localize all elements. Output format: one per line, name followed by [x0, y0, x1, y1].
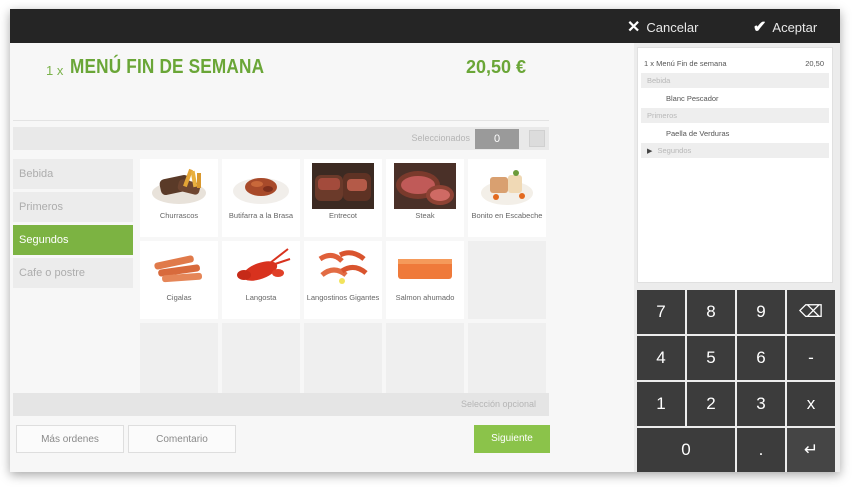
key-2[interactable]: 2	[687, 382, 735, 426]
summary-section-bebida[interactable]: Bebida	[641, 73, 829, 88]
key-7[interactable]: 7	[637, 290, 685, 334]
product-churrascos[interactable]: Churrascos	[140, 159, 218, 237]
cigalas-photo	[154, 255, 203, 283]
steak-photo	[394, 163, 456, 209]
selection-bar: Seleccionados 0	[13, 127, 549, 150]
summary-price: 20,50	[805, 59, 824, 68]
key-5[interactable]: 5	[687, 336, 735, 380]
selected-count: 0	[475, 129, 519, 149]
product-grid: Churrascos Butifarra a la Brasa Entrecot…	[140, 159, 546, 401]
empty-slot	[140, 323, 218, 401]
comment-button[interactable]: Comentario	[128, 425, 236, 453]
category-bebida[interactable]: Bebida	[13, 159, 133, 189]
empty-slot	[468, 323, 546, 401]
section-label: Bebida	[647, 76, 671, 85]
product-bonito[interactable]: Bonito en Escabeche	[468, 159, 546, 237]
salmon-photo	[398, 259, 452, 279]
key-6[interactable]: 6	[737, 336, 785, 380]
summary-section-segundos[interactable]: ▶ Segundos	[641, 143, 829, 158]
menu-quantity: 1 x	[46, 63, 64, 78]
key-8[interactable]: 8	[687, 290, 735, 334]
category-cafe-o-postre[interactable]: Cafe o postre	[13, 258, 133, 288]
product-salmon[interactable]: Salmon ahumado	[386, 241, 464, 319]
empty-slot	[304, 323, 382, 401]
key-0[interactable]: 0	[637, 428, 735, 472]
langostinos-photo	[318, 250, 368, 284]
key-x[interactable]: x	[787, 382, 835, 426]
summary-section-primeros[interactable]: Primeros	[641, 108, 829, 123]
product-entrecot[interactable]: Entrecot	[304, 159, 382, 237]
category-segundos[interactable]: Segundos	[13, 225, 133, 255]
product-label: Salmon ahumado	[395, 293, 455, 302]
app-window: ✕ Cancelar ✔ Aceptar 1 x MENÚ FIN DE SEM…	[10, 9, 840, 472]
selection-toggle[interactable]	[529, 130, 545, 147]
key-4[interactable]: 4	[637, 336, 685, 380]
cancel-label: Cancelar	[646, 19, 699, 35]
product-label: Cigalas	[166, 293, 192, 302]
product-label: Langostinos Gigantes	[306, 293, 380, 302]
summary-title-row[interactable]: 1 x Menú Fin de semana 20,50	[638, 56, 832, 70]
key-minus[interactable]: -	[787, 336, 835, 380]
divider	[13, 120, 549, 121]
product-label: Steak	[415, 211, 435, 220]
entrecot-photo	[312, 163, 374, 209]
key-decimal[interactable]: .	[737, 428, 785, 472]
empty-slot	[222, 323, 300, 401]
product-label: Entrecot	[329, 211, 357, 220]
product-butifarra[interactable]: Butifarra a la Brasa	[222, 159, 300, 237]
butifarra-photo	[233, 178, 289, 204]
key-3[interactable]: 3	[737, 382, 785, 426]
summary-title: 1 x Menú Fin de semana	[644, 59, 727, 68]
check-icon: ✔	[753, 19, 767, 36]
product-label: Langosta	[245, 293, 277, 302]
numeric-keypad: 7 8 9 ⌫ 4 5 6 - 1 2 3 x 0 . ↵	[637, 290, 836, 472]
summary-item[interactable]: Blanc Pescador	[638, 91, 832, 105]
product-label: Churrascos	[159, 211, 199, 220]
product-label: Butifarra a la Brasa	[228, 211, 294, 220]
section-label: Segundos	[657, 146, 692, 155]
selected-label: Seleccionados	[411, 133, 470, 143]
category-list: Bebida Primeros Segundos Cafe o postre	[13, 159, 133, 291]
empty-slot	[468, 241, 546, 319]
close-icon: ✕	[627, 19, 641, 36]
menu-title-row: 1 x MENÚ FIN DE SEMANA 20,50 €	[46, 56, 546, 82]
key-9[interactable]: 9	[737, 290, 785, 334]
accept-label: Aceptar	[772, 19, 818, 35]
bonito-photo	[481, 170, 533, 205]
top-bar: ✕ Cancelar ✔ Aceptar	[10, 9, 840, 43]
product-langostinos[interactable]: Langostinos Gigantes	[304, 241, 382, 319]
menu-panel: 1 x MENÚ FIN DE SEMANA 20,50 € Seleccion…	[10, 43, 634, 472]
accept-button[interactable]: ✔ Aceptar	[753, 17, 817, 37]
category-primeros[interactable]: Primeros	[13, 192, 133, 222]
order-summary: 1 x Menú Fin de semana 20,50 Bebida Blan…	[637, 47, 833, 283]
product-langosta[interactable]: Langosta	[222, 241, 300, 319]
menu-price: 20,50 €	[466, 57, 527, 77]
section-label: Primeros	[647, 111, 678, 120]
optional-selection-bar: Selección opcional	[13, 393, 549, 416]
backspace-icon[interactable]: ⌫	[787, 290, 835, 334]
key-1[interactable]: 1	[637, 382, 685, 426]
more-orders-button[interactable]: Más ordenes	[16, 425, 124, 453]
empty-slot	[386, 323, 464, 401]
menu-title: MENÚ FIN DE SEMANA	[70, 56, 265, 78]
langosta-photo	[237, 248, 291, 281]
product-cigalas[interactable]: Cigalas	[140, 241, 218, 319]
product-label: Bonito en Escabeche	[471, 211, 543, 220]
caret-right-icon: ▶	[647, 148, 653, 155]
churrasco-photo	[152, 168, 206, 204]
optional-selection-label: Selección opcional	[460, 399, 536, 409]
enter-icon[interactable]: ↵	[787, 428, 835, 472]
cancel-button[interactable]: ✕ Cancelar	[627, 17, 698, 37]
next-button[interactable]: Siguiente	[474, 425, 550, 453]
summary-item[interactable]: Paella de Verduras	[638, 126, 832, 140]
order-panel: 1 x Menú Fin de semana 20,50 Bebida Blan…	[634, 43, 840, 472]
product-steak[interactable]: Steak	[386, 159, 464, 237]
